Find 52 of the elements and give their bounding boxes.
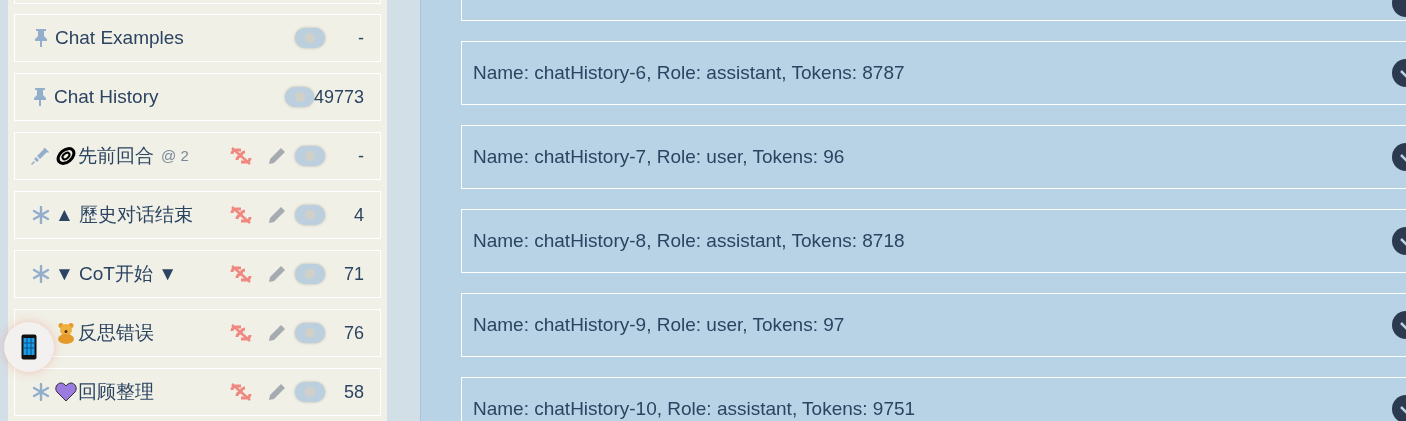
toggle-switch[interactable] — [284, 87, 314, 107]
unlink-icon[interactable] — [228, 205, 254, 225]
asterisk-icon — [32, 206, 50, 224]
entry-title: Chat History — [53, 84, 159, 109]
token-count: - — [357, 144, 364, 168]
pencil-icon[interactable] — [267, 382, 287, 402]
message-title: Name: chatHistory-10, Role: assistant, Tokens: 9751 — [473, 396, 916, 421]
bear-icon — [55, 322, 77, 344]
phone-icon — [21, 334, 37, 360]
message-header[interactable]: Name: chatHistory-8, Role: assistant, Tokens: 8718 — [461, 209, 1406, 273]
toggle-switch[interactable] — [295, 205, 325, 225]
unlink-icon[interactable] — [228, 323, 254, 343]
unlink-icon[interactable] — [228, 264, 254, 284]
unlink-icon[interactable] — [228, 146, 254, 166]
entry-title: ▼ CoT开始 ▼ — [55, 261, 178, 286]
pencil-icon[interactable] — [267, 146, 287, 166]
message-title: Name: chatHistory-7, Role: user, Tokens: 96 — [473, 144, 845, 169]
token-count: - — [357, 26, 364, 50]
message-header[interactable]: Name: chatHistory-9, Role: user, Tokens: 97 — [461, 293, 1406, 357]
depth-label: @ 2 — [161, 145, 189, 166]
message-header[interactable]: Name: chatHistory-10, Role: assistant, Tokens: 9751 — [461, 377, 1406, 421]
token-count: 58 — [342, 380, 364, 404]
entry-title: 先前回合 — [78, 143, 154, 168]
message-header[interactable]: Name: chatHistory-6, Role: assistant, Tokens: 8787 — [461, 41, 1406, 105]
message-title: Name: chatHistory-6, Role: assistant, Tokens: 8787 — [473, 60, 905, 85]
entry-title: ▲ 歷史对话结束 — [55, 202, 194, 227]
pencil-icon[interactable] — [267, 205, 287, 225]
unlink-icon[interactable] — [228, 382, 254, 402]
message-title: Name: chatHistory-9, Role: user, Tokens: 97 — [473, 312, 845, 337]
pencil-icon[interactable] — [267, 264, 287, 284]
message-title: Name: chatHistory-8, Role: assistant, Tokens: 8718 — [473, 228, 905, 253]
toggle-switch[interactable] — [295, 382, 325, 402]
syringe-icon — [31, 146, 51, 166]
token-count: 71 — [342, 262, 364, 286]
token-count: 76 — [342, 321, 364, 345]
token-count: 4 — [353, 203, 364, 227]
entry-title: Chat Examples — [55, 25, 184, 50]
pin-icon — [32, 87, 49, 107]
toggle-switch[interactable] — [295, 323, 325, 343]
toggle-switch[interactable] — [295, 28, 325, 48]
pin-icon — [33, 28, 49, 48]
rings-icon — [55, 145, 77, 167]
pencil-icon[interactable] — [267, 323, 287, 343]
toggle-switch[interactable] — [295, 146, 325, 166]
asterisk-icon — [32, 383, 50, 401]
entry-title: 回顾整理 — [78, 379, 154, 404]
asterisk-icon — [32, 265, 50, 283]
entry-title: 反思错误 — [78, 320, 154, 345]
heart-icon — [55, 382, 77, 402]
message-header[interactable]: Name: chatHistory-7, Role: user, Tokens: 96 — [461, 125, 1406, 189]
token-count: 49773 — [313, 85, 364, 109]
toggle-switch[interactable] — [295, 264, 325, 284]
